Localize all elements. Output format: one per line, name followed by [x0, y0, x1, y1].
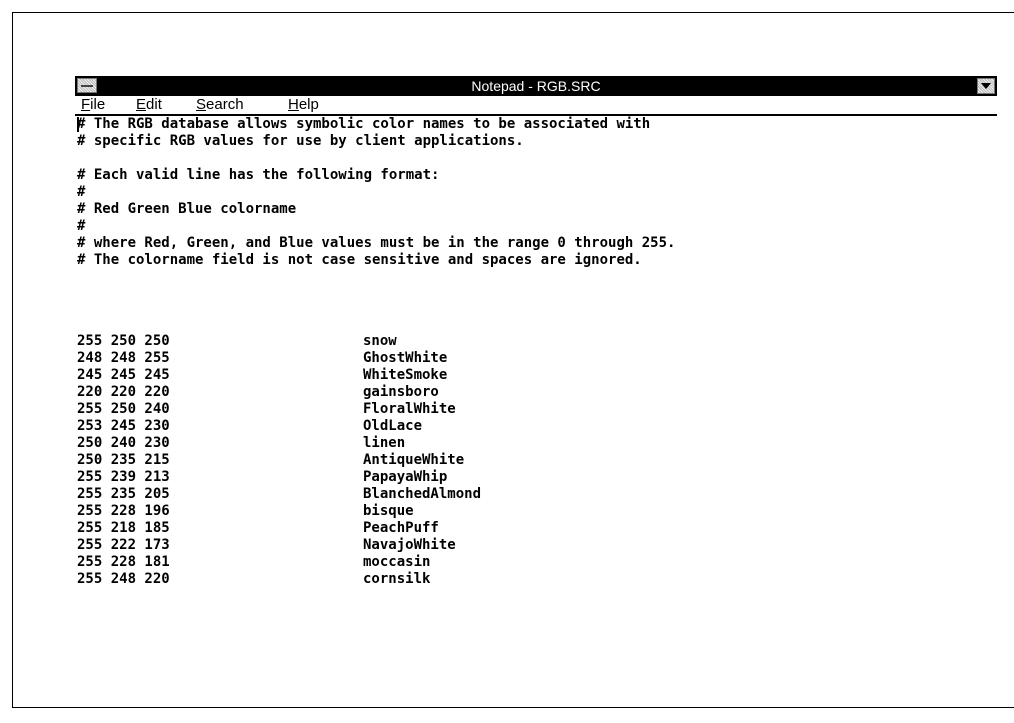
comment-line: # The RGB database allows symbolic color… — [77, 116, 651, 132]
down-arrow-icon — [981, 83, 991, 89]
color-name: NavajoWhite — [363, 537, 456, 553]
color-rgb-value: 253 245 230 — [77, 418, 170, 434]
menu-file[interactable]: File — [81, 96, 105, 114]
color-rgb-value: 255 250 250 — [77, 333, 170, 349]
color-name: linen — [363, 435, 406, 451]
color-name: gainsboro — [363, 384, 439, 400]
notepad-window: Notepad - RGB.SRC File Edit Search Help … — [75, 76, 997, 686]
menu-edit-label: dit — [146, 96, 162, 113]
comment-line: # specific RGB values for use by client … — [77, 133, 524, 149]
color-rgb-value: 250 235 215 — [77, 452, 170, 468]
comment-line: # where Red, Green, and Blue values must… — [77, 235, 676, 251]
menu-help-label: elp — [298, 96, 319, 113]
color-name: WhiteSmoke — [363, 367, 448, 383]
color-rgb-value: 250 240 230 — [77, 435, 170, 451]
menu-help-mnemonic: H — [288, 96, 299, 113]
color-rgb-value: 255 218 185 — [77, 520, 170, 536]
minimize-arrow-icon[interactable] — [977, 78, 995, 94]
color-name: FloralWhite — [363, 401, 456, 417]
comment-line: # Red Green Blue colorname — [77, 201, 297, 217]
color-name: OldLace — [363, 418, 423, 434]
menu-file-mnemonic: F — [81, 96, 91, 113]
menu-search-label: earch — [206, 96, 244, 113]
color-rgb-value: 255 248 220 — [77, 571, 170, 587]
menu-search[interactable]: Search — [196, 96, 244, 114]
color-name: AntiqueWhite — [363, 452, 465, 468]
comment-line: # — [77, 184, 86, 200]
menu-file-label: ile — [90, 96, 106, 113]
color-name: snow — [363, 333, 397, 349]
comment-line: # The colorname field is not case sensit… — [77, 252, 642, 268]
comment-line: # — [77, 218, 86, 234]
color-rgb-value: 255 235 205 — [77, 486, 170, 502]
color-rgb-value: 245 245 245 — [77, 367, 170, 383]
screenshot-page: Notepad - RGB.SRC File Edit Search Help … — [0, 0, 1014, 723]
menu-edit[interactable]: Edit — [136, 96, 162, 114]
menu-bar: File Edit Search Help — [75, 96, 997, 116]
color-name: GhostWhite — [363, 350, 448, 366]
color-name: PeachPuff — [363, 520, 439, 536]
color-rgb-value: 255 250 240 — [77, 401, 170, 417]
color-name: PapayaWhip — [363, 469, 448, 485]
color-rgb-value: 248 248 255 — [77, 350, 170, 366]
window-title: Notepad - RGB.SRC — [471, 78, 601, 94]
color-rgb-value: 255 222 173 — [77, 537, 170, 553]
color-rgb-value: 255 228 196 — [77, 503, 170, 519]
title-bar[interactable]: Notepad - RGB.SRC — [75, 76, 997, 96]
menu-help[interactable]: Help — [288, 96, 319, 114]
menu-search-mnemonic: S — [196, 96, 207, 113]
menu-edit-mnemonic: E — [136, 96, 147, 113]
color-name: cornsilk — [363, 571, 431, 587]
color-name: bisque — [363, 503, 414, 519]
text-editor-area[interactable]: # The RGB database allows symbolic color… — [77, 116, 995, 686]
color-name: moccasin — [363, 554, 431, 570]
color-name: BlanchedAlmond — [363, 486, 482, 502]
color-rgb-value: 255 239 213 — [77, 469, 170, 485]
comment-line: # Each valid line has the following form… — [77, 167, 440, 183]
color-rgb-value: 220 220 220 — [77, 384, 170, 400]
color-rgb-value: 255 228 181 — [77, 554, 170, 570]
